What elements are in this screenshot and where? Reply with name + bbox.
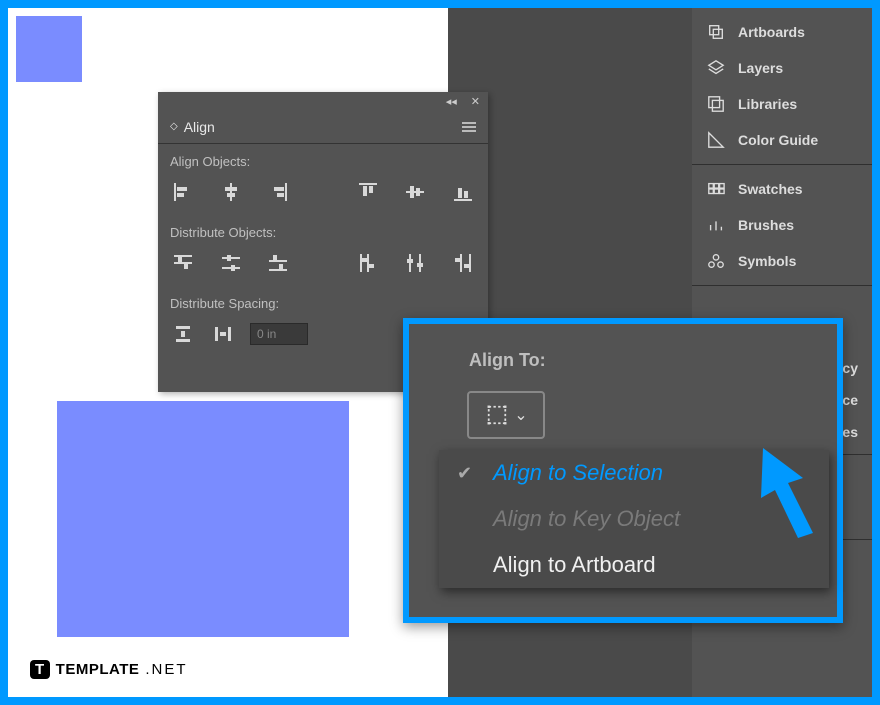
vertical-spacing-icon[interactable] (170, 321, 196, 347)
align-left-icon[interactable] (170, 179, 196, 205)
panel-menu-icon[interactable] (462, 122, 476, 132)
distribute-left-icon[interactable] (355, 250, 381, 276)
watermark-brand: TEMPLATE (56, 661, 140, 678)
swatches-icon (706, 179, 726, 199)
panel-label: cy (842, 360, 858, 376)
distribute-spacing-label: Distribute Spacing: (158, 286, 488, 317)
panel-swatches[interactable]: Swatches (692, 171, 872, 207)
close-icon[interactable]: ✕ (471, 95, 480, 108)
artboards-icon (706, 22, 726, 42)
panel-label: Symbols (738, 253, 796, 269)
menu-item-label: Align to Selection (493, 460, 663, 486)
watermark: T TEMPLATE .NET (30, 660, 188, 679)
align-to-popup-highlight: Align To: ⌄ ✔ Align to Selection Align t… (403, 318, 843, 623)
align-top-icon[interactable] (355, 179, 381, 205)
menu-item-label: Align to Artboard (493, 552, 656, 578)
panel-libraries[interactable]: Libraries (692, 86, 872, 122)
panel-label: Libraries (738, 96, 797, 112)
large-blue-square[interactable] (57, 401, 349, 637)
align-hcenter-icon[interactable] (218, 179, 244, 205)
panel-symbols[interactable]: Symbols (692, 243, 872, 279)
panel-color-guide[interactable]: Color Guide (692, 122, 872, 158)
check-icon: ✔ (457, 463, 479, 484)
small-blue-square[interactable] (16, 16, 82, 82)
libraries-icon (706, 94, 726, 114)
distribute-bottom-icon[interactable] (265, 250, 291, 276)
color-guide-icon (706, 130, 726, 150)
tab-label: Align (184, 119, 215, 135)
menu-align-to-artboard[interactable]: Align to Artboard (439, 542, 829, 588)
layers-icon (706, 58, 726, 78)
align-right-icon[interactable] (265, 179, 291, 205)
panel-tab-align[interactable]: ◇Align (170, 119, 215, 135)
align-to-label: Align To: (409, 324, 837, 371)
align-objects-label: Align Objects: (158, 144, 488, 175)
canvas-area: Artboards Layers Libraries Color Guide S… (8, 8, 872, 697)
watermark-logo: T (30, 660, 50, 679)
panel-label: Artboards (738, 24, 805, 40)
distribute-right-icon[interactable] (450, 250, 476, 276)
distribute-top-icon[interactable] (170, 250, 196, 276)
align-bottom-icon[interactable] (450, 179, 476, 205)
watermark-suffix: .NET (145, 661, 187, 678)
distribute-vcenter-icon[interactable] (218, 250, 244, 276)
chevron-down-icon: ⌄ (514, 405, 527, 425)
panel-label: Color Guide (738, 132, 818, 148)
symbols-icon (706, 251, 726, 271)
align-to-dropdown-menu: ✔ Align to Selection Align to Key Object… (439, 450, 829, 588)
distribute-hcenter-icon[interactable] (403, 250, 429, 276)
distribute-objects-label: Distribute Objects: (158, 215, 488, 246)
menu-item-label: Align to Key Object (493, 506, 680, 532)
panel-label: Swatches (738, 181, 803, 197)
panel-top-bar: ◂◂ ✕ (158, 92, 488, 110)
panel-label: Layers (738, 60, 783, 76)
panel-label: Brushes (738, 217, 794, 233)
panel-brushes[interactable]: Brushes (692, 207, 872, 243)
panel-layers[interactable]: Layers (692, 50, 872, 86)
panel-label: ce (842, 392, 858, 408)
menu-align-to-selection[interactable]: ✔ Align to Selection (439, 450, 829, 496)
brushes-icon (706, 215, 726, 235)
align-vcenter-icon[interactable] (403, 179, 429, 205)
panel-artboards[interactable]: Artboards (692, 14, 872, 50)
collapse-icon[interactable]: ◂◂ (446, 95, 457, 108)
align-to-dropdown-button[interactable]: ⌄ (467, 391, 545, 439)
horizontal-spacing-icon[interactable] (210, 321, 236, 347)
menu-align-to-key-object: Align to Key Object (439, 496, 829, 542)
spacing-value-input[interactable] (250, 323, 308, 345)
